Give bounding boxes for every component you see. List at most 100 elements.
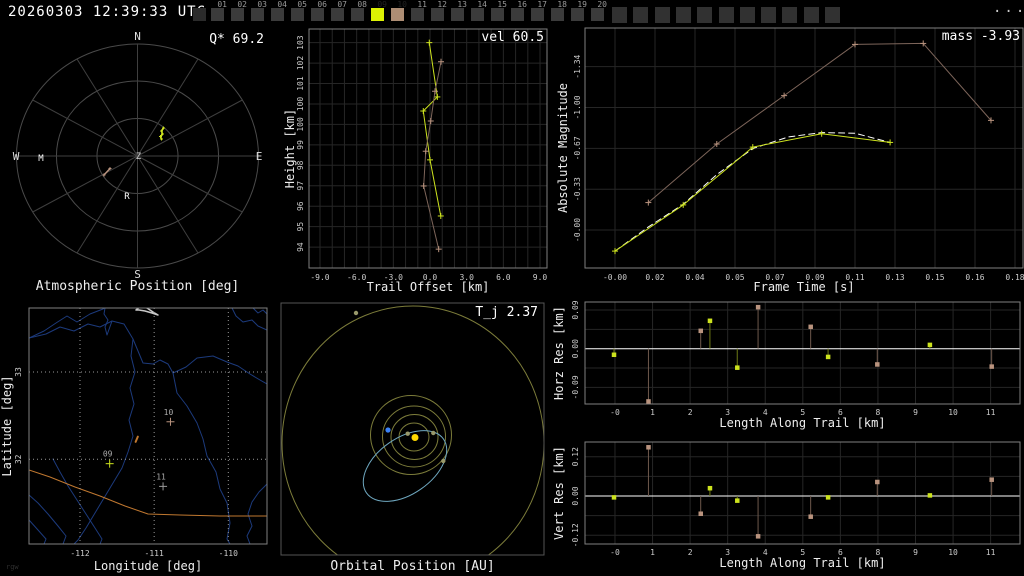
map-panel: 09 10 11 -112 -111 -110 33 32 Longitude [deg] Lat… [0, 307, 268, 573]
river [246, 483, 267, 544]
frame-thumb-04[interactable]: 04 [271, 1, 287, 21]
x-axis-title: Longitude [deg] [94, 559, 202, 573]
frame-thumb-14[interactable]: 14 [471, 1, 487, 21]
frame-thumb-empty[interactable] [697, 7, 712, 23]
frame-thumb-empty[interactable] [193, 8, 206, 21]
panel-title: Orbital Position [AU] [330, 559, 494, 574]
frame-thumb-empty[interactable] [676, 7, 691, 23]
frame-thumb-empty[interactable] [633, 7, 648, 23]
orbital-position-panel: T_j 2.37 Orbital Position [AU] [280, 302, 545, 574]
x-tick-label: 9 [913, 408, 918, 417]
frame-thumb-empty[interactable] [761, 7, 776, 23]
y-tick-label: 33 [14, 367, 23, 377]
station-marker-10: 10 [164, 408, 175, 426]
overflow-menu-button[interactable]: ... [993, 0, 1024, 16]
frame-thumb-02[interactable]: 02 [231, 1, 247, 21]
polar-annotation-R: R [124, 192, 130, 202]
country-border [29, 469, 267, 517]
river [252, 308, 267, 315]
frame-thumb-empty[interactable] [740, 7, 755, 23]
frame-thumb-empty[interactable] [825, 7, 840, 23]
frame-thumb-19[interactable]: 19 [571, 1, 587, 21]
frame-thumb-label: 19 [577, 0, 587, 9]
frame-thumb-06[interactable]: 06 [311, 1, 327, 21]
frame-thumb-empty[interactable] [655, 7, 670, 23]
frame-thumb-12[interactable]: 12 [431, 1, 447, 21]
y-tick-label: 0.00 [571, 339, 580, 358]
x-tick-label: 11 [986, 548, 996, 557]
track-station-1 [159, 126, 165, 141]
x-tick-label: 0.16 [965, 273, 984, 282]
frame-thumb-10[interactable]: 10 [391, 1, 407, 21]
frame-thumb-17[interactable]: 17 [531, 1, 547, 21]
frame-thumb-07[interactable]: 07 [331, 1, 347, 21]
x-tick-label: 1 [650, 408, 655, 417]
polar-spoke [137, 58, 199, 157]
y-axis-title: Latitude [deg] [0, 375, 14, 476]
y-tick-label: 99 [296, 140, 305, 150]
x-tick-label: 0.04 [685, 273, 704, 282]
magnitude-plot: -0.00 0.02 0.04 0.05 0.07 0.09 0.11 0.13 0.15 0.1… [556, 27, 1024, 294]
x-tick-label: 9.0 [533, 273, 548, 282]
x-tick-label: -111 [145, 549, 164, 558]
river [29, 494, 67, 544]
frame-thumb-empty[interactable] [719, 7, 734, 23]
frame-thumb-label: 10 [397, 0, 407, 9]
series-station-1 [611, 318, 933, 370]
frame-thumb-03[interactable]: 03 [251, 1, 267, 21]
frame-strip: 01 02 03 04 05 06 07 08 09 10 11 12 13 14 15 16 17 18 19 20 [0, 0, 1024, 26]
x-tick-label: -112 [70, 549, 89, 558]
atmospheric-position-panel: NSW EZMRQ* 69.2Atmospheric Position [deg] [13, 30, 264, 294]
station-label: 09 [103, 450, 113, 459]
frame-thumb-empty[interactable] [804, 7, 819, 23]
y-axis-title: Height [km] [283, 109, 297, 188]
frame-thumb-01[interactable]: 01 [211, 1, 227, 21]
horz-residual-plot: -0 1 2 3 4 5 6 8 9 10 110.090.00-0.09Length Along … [552, 300, 1021, 430]
y-tick-label: 95 [296, 222, 305, 232]
series-line [422, 42, 442, 217]
plots-canvas: -9.0 -6.0 -3.0 0.0 3.0 6.0 9.01031021011001009… [0, 27, 1024, 574]
frame-thumb-label: 04 [277, 0, 287, 9]
panel-title: Atmospheric Position [deg] [36, 279, 240, 294]
frame-thumb-08[interactable]: 08 [351, 1, 367, 21]
series-line [614, 133, 891, 252]
y-tick-label: 98 [296, 160, 305, 170]
y-tick-label: 0.12 [571, 447, 580, 466]
x-axis-title: Length Along Trail [km] [719, 556, 885, 570]
x-tick-label: 0.02 [645, 273, 664, 282]
frame-thumb-empty[interactable] [612, 7, 627, 23]
x-axis-title: Length Along Trail [km] [719, 416, 885, 430]
planet-dot-venus [431, 430, 436, 436]
planet-dot-mercury [405, 431, 410, 436]
y-tick-label: 103 [296, 35, 305, 50]
series-station-2 [646, 304, 994, 404]
frame-thumb-09[interactable]: 09 [371, 1, 387, 21]
river [52, 458, 103, 544]
frame-thumb-13[interactable]: 13 [451, 1, 467, 21]
frame-thumb-16[interactable]: 16 [511, 1, 527, 21]
river [29, 519, 47, 544]
frame-thumb-05[interactable]: 05 [291, 1, 307, 21]
station-label: 11 [156, 472, 166, 481]
x-tick-label: 2 [688, 408, 693, 417]
frame-thumb-20[interactable]: 20 [591, 1, 607, 21]
frame-thumb-empty[interactable] [782, 7, 797, 23]
x-axis-title: Frame Time [s] [753, 280, 854, 294]
frame-thumb-label: 05 [297, 0, 307, 9]
frame-thumb-18[interactable]: 18 [551, 1, 567, 21]
frame-thumb-11[interactable]: 11 [411, 1, 427, 21]
map-highlight-feature [135, 308, 159, 316]
x-tick-label: 0.18 [1005, 273, 1024, 282]
frame-thumb-label: 01 [217, 0, 227, 9]
series-light-curve-fit [614, 132, 891, 252]
river [73, 338, 136, 544]
watermark: rgw [6, 563, 19, 571]
frame-thumb-15[interactable]: 15 [491, 1, 507, 21]
y-axis-title: Vert Res [km] [552, 446, 566, 540]
frame-thumb-label: 06 [317, 0, 327, 9]
compass-east: E [256, 150, 263, 163]
vert-residual-plot: -0 1 2 3 4 5 6 8 9 10 110.120.00-0.12Length Along … [552, 441, 1021, 570]
station-label: 10 [164, 408, 174, 417]
x-tick-label: 0.15 [925, 273, 944, 282]
frame-thumb-label: 18 [557, 0, 567, 9]
